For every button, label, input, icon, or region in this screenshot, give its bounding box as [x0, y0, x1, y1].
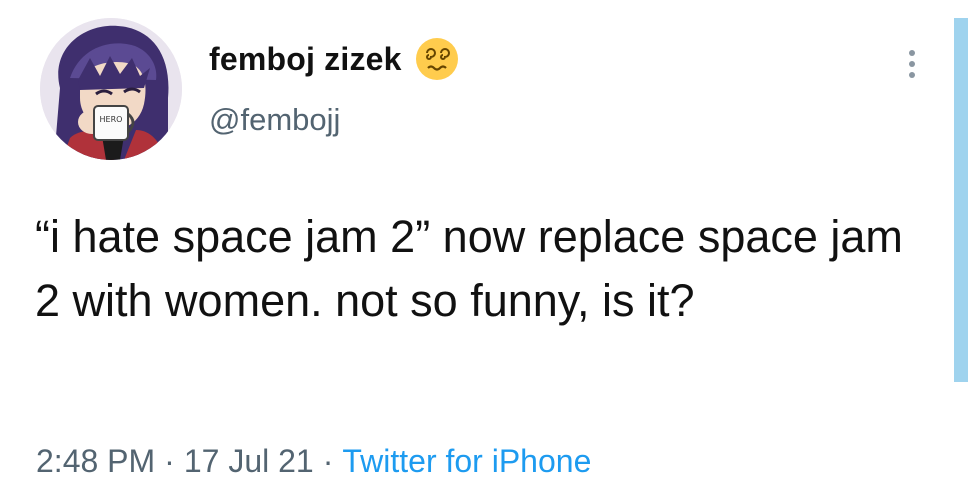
username-handle[interactable]: @fembojj	[209, 102, 340, 138]
tweet-meta: 2:48 PM · 17 Jul 21 · Twitter for iPhone	[36, 443, 591, 480]
meta-separator: ·	[164, 443, 175, 479]
dizzy-face-emoji-icon	[414, 36, 460, 82]
author-name-row[interactable]: femboj zizek	[209, 36, 460, 82]
tweet-text: “i hate space jam 2” now replace space j…	[35, 211, 916, 326]
tweet-date[interactable]: 17 Jul 21	[184, 443, 314, 480]
svg-text:HERO: HERO	[100, 115, 123, 124]
display-name[interactable]: femboj zizek	[209, 41, 402, 78]
meta-separator: ·	[322, 443, 334, 479]
tweet-time[interactable]: 2:48 PM	[36, 443, 155, 480]
more-vertical-icon[interactable]	[897, 44, 927, 84]
tweet-source-link[interactable]: Twitter for iPhone	[342, 443, 591, 480]
side-scroll-indicator	[954, 18, 968, 382]
avatar[interactable]: HERO	[40, 18, 182, 160]
